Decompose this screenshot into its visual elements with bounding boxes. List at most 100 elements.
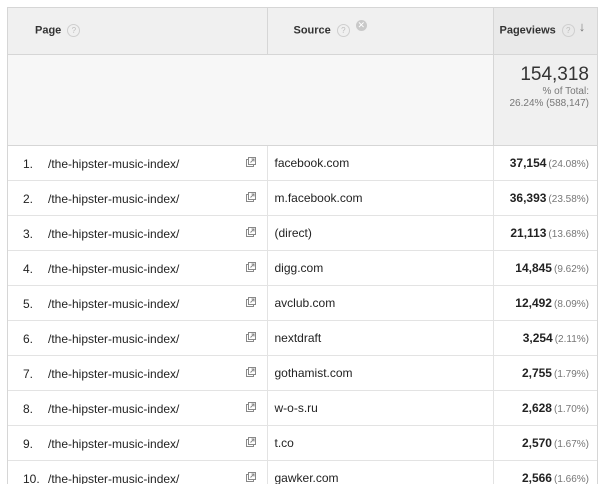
report-table: Page? Source ? ✕ Pageviews? ↓ 154,318 % of … bbox=[8, 8, 597, 484]
totals-page-cell bbox=[8, 54, 267, 146]
source-cell[interactable]: digg.com bbox=[266, 250, 493, 286]
pageviews-percent: (1.66%) bbox=[553, 473, 589, 484]
row-index: 1. bbox=[23, 156, 34, 171]
table-header-row: Page? Source ? ✕ Pageviews? ↓ bbox=[8, 8, 597, 55]
column-header-pageviews[interactable]: Pageviews? ↓ bbox=[492, 8, 597, 55]
row-index: 5. bbox=[23, 296, 34, 311]
table-row[interactable]: 2. /the-hipster-music-index/m.facebook.co… bbox=[8, 180, 597, 216]
table-row[interactable]: 5. /the-hipster-music-index/avclub.com 12,… bbox=[8, 285, 597, 321]
pageviews-cell: 14,845 (9.62%) bbox=[492, 250, 597, 286]
totals-row: 154,318 % of Total: 26.24% (588,147) bbox=[8, 54, 597, 146]
table-row[interactable]: 3. /the-hipster-music-index/ (direct) 21,11… bbox=[8, 215, 597, 251]
pageviews-value: 2,566 bbox=[521, 470, 552, 484]
pageviews-cell: 3,254 (2.11%) bbox=[492, 320, 597, 356]
page-cell: 3. /the-hipster-music-index/ bbox=[8, 215, 267, 251]
page-path-link[interactable]: /the-hipster-music-index/ bbox=[48, 367, 179, 381]
open-external-icon[interactable] bbox=[246, 191, 256, 202]
pageviews-cell: 36,393 (23.58%) bbox=[492, 180, 597, 216]
open-external-icon[interactable] bbox=[246, 261, 256, 272]
row-index: 8. bbox=[23, 401, 34, 416]
table-row[interactable]: 6. /the-hipster-music-index/nextdraft 3,25… bbox=[8, 320, 597, 356]
source-value: (direct) bbox=[274, 225, 312, 240]
pageviews-percent: (1.79%) bbox=[553, 368, 589, 380]
page-path-link[interactable]: /the-hipster-music-index/ bbox=[48, 157, 179, 171]
pageviews-value: 2,570 bbox=[521, 435, 552, 450]
source-cell[interactable]: avclub.com bbox=[266, 285, 493, 321]
column-header-source-label: Source bbox=[293, 24, 331, 37]
sort-descending-icon[interactable]: ↓ bbox=[579, 19, 586, 34]
open-external-icon[interactable] bbox=[246, 156, 256, 167]
pageviews-percent: (1.70%) bbox=[553, 403, 589, 415]
row-index: 10. bbox=[23, 471, 40, 484]
page-cell: 7. /the-hipster-music-index/ bbox=[8, 355, 267, 391]
pageviews-percent: (23.58%) bbox=[548, 193, 589, 205]
page-path-link[interactable]: /the-hipster-music-index/ bbox=[48, 262, 179, 276]
row-index: 6. bbox=[23, 331, 34, 346]
source-cell[interactable]: facebook.com bbox=[266, 145, 493, 181]
total-percent-label: % of Total: bbox=[542, 85, 589, 97]
table-row[interactable]: 9. /the-hipster-music-index/t.co 2,570 (1.6… bbox=[8, 425, 597, 461]
source-cell[interactable]: gawker.com bbox=[266, 460, 493, 484]
page-cell: 6. /the-hipster-music-index/ bbox=[8, 320, 267, 356]
table-row[interactable]: 4. /the-hipster-music-index/digg.com 14,84… bbox=[8, 250, 597, 286]
source-cell[interactable]: m.facebook.com bbox=[266, 180, 493, 216]
column-header-source[interactable]: Source ? ✕ bbox=[266, 8, 493, 55]
help-icon[interactable]: ? bbox=[67, 24, 81, 38]
open-external-icon[interactable] bbox=[246, 401, 256, 412]
source-value: gothamist.com bbox=[274, 365, 353, 380]
table-row[interactable]: 1. /the-hipster-music-index/facebook.com 3… bbox=[8, 145, 597, 181]
column-header-page[interactable]: Page? bbox=[8, 8, 267, 55]
page-cell: 8. /the-hipster-music-index/ bbox=[8, 390, 267, 426]
source-value: t.co bbox=[274, 435, 294, 450]
page-path-link[interactable]: /the-hipster-music-index/ bbox=[48, 472, 179, 484]
pageviews-cell: 37,154 (24.08%) bbox=[492, 145, 597, 181]
help-icon[interactable]: ? bbox=[561, 24, 575, 38]
table-row[interactable]: 10. /the-hipster-music-index/gawker.com 2,… bbox=[8, 460, 597, 484]
column-header-page-label: Page bbox=[35, 24, 62, 37]
page-path-link[interactable]: /the-hipster-music-index/ bbox=[48, 192, 179, 206]
remove-dimension-icon[interactable]: ✕ bbox=[355, 20, 367, 32]
source-value: avclub.com bbox=[274, 295, 336, 310]
pageviews-cell: 2,566 (1.66%) bbox=[492, 460, 597, 484]
total-pageviews-value: 154,318 bbox=[520, 63, 589, 85]
page-cell: 4. /the-hipster-music-index/ bbox=[8, 250, 267, 286]
table-row[interactable]: 8. /the-hipster-music-index/w-o-s.ru 2,628… bbox=[8, 390, 597, 426]
pageviews-cell: 21,113 (13.68%) bbox=[492, 215, 597, 251]
row-index: 7. bbox=[23, 366, 34, 381]
pageviews-percent: (24.08%) bbox=[548, 158, 589, 170]
source-cell[interactable]: nextdraft bbox=[266, 320, 493, 356]
page-path-link[interactable]: /the-hipster-music-index/ bbox=[48, 297, 179, 311]
page-cell: 9. /the-hipster-music-index/ bbox=[8, 425, 267, 461]
pageviews-cell: 2,570 (1.67%) bbox=[492, 425, 597, 461]
table-row[interactable]: 7. /the-hipster-music-index/gothamist.com… bbox=[8, 355, 597, 391]
pageviews-percent: (13.68%) bbox=[548, 228, 589, 240]
open-external-icon[interactable] bbox=[246, 436, 256, 447]
page-cell: 2. /the-hipster-music-index/ bbox=[8, 180, 267, 216]
open-external-icon[interactable] bbox=[246, 331, 256, 342]
source-cell[interactable]: gothamist.com bbox=[266, 355, 493, 391]
page-path-link[interactable]: /the-hipster-music-index/ bbox=[48, 437, 179, 451]
open-external-icon[interactable] bbox=[246, 296, 256, 307]
page-path-link[interactable]: /the-hipster-music-index/ bbox=[48, 332, 179, 346]
open-external-icon[interactable] bbox=[246, 226, 256, 237]
help-icon[interactable]: ? bbox=[336, 24, 350, 38]
source-value: digg.com bbox=[274, 260, 324, 275]
pageviews-percent: (1.67%) bbox=[553, 438, 589, 450]
source-cell[interactable]: (direct) bbox=[266, 215, 493, 251]
pageviews-percent: (8.09%) bbox=[553, 298, 589, 310]
open-external-icon[interactable] bbox=[246, 471, 256, 482]
source-value: facebook.com bbox=[274, 155, 350, 170]
row-index: 3. bbox=[23, 226, 34, 241]
row-index: 2. bbox=[23, 191, 34, 206]
source-cell[interactable]: t.co bbox=[266, 425, 493, 461]
totals-source-cell bbox=[267, 54, 493, 146]
page-path-link[interactable]: /the-hipster-music-index/ bbox=[48, 402, 179, 416]
report-table-container: Page? Source ? ✕ Pageviews? ↓ 154,318 % of … bbox=[7, 7, 598, 484]
open-external-icon[interactable] bbox=[246, 366, 256, 377]
pageviews-value: 2,628 bbox=[521, 400, 552, 415]
source-value: nextdraft bbox=[274, 330, 322, 345]
source-cell[interactable]: w-o-s.ru bbox=[266, 390, 493, 426]
page-path-link[interactable]: /the-hipster-music-index/ bbox=[48, 227, 179, 241]
pageviews-cell: 12,492 (8.09%) bbox=[492, 285, 597, 321]
source-value: w-o-s.ru bbox=[274, 400, 318, 415]
